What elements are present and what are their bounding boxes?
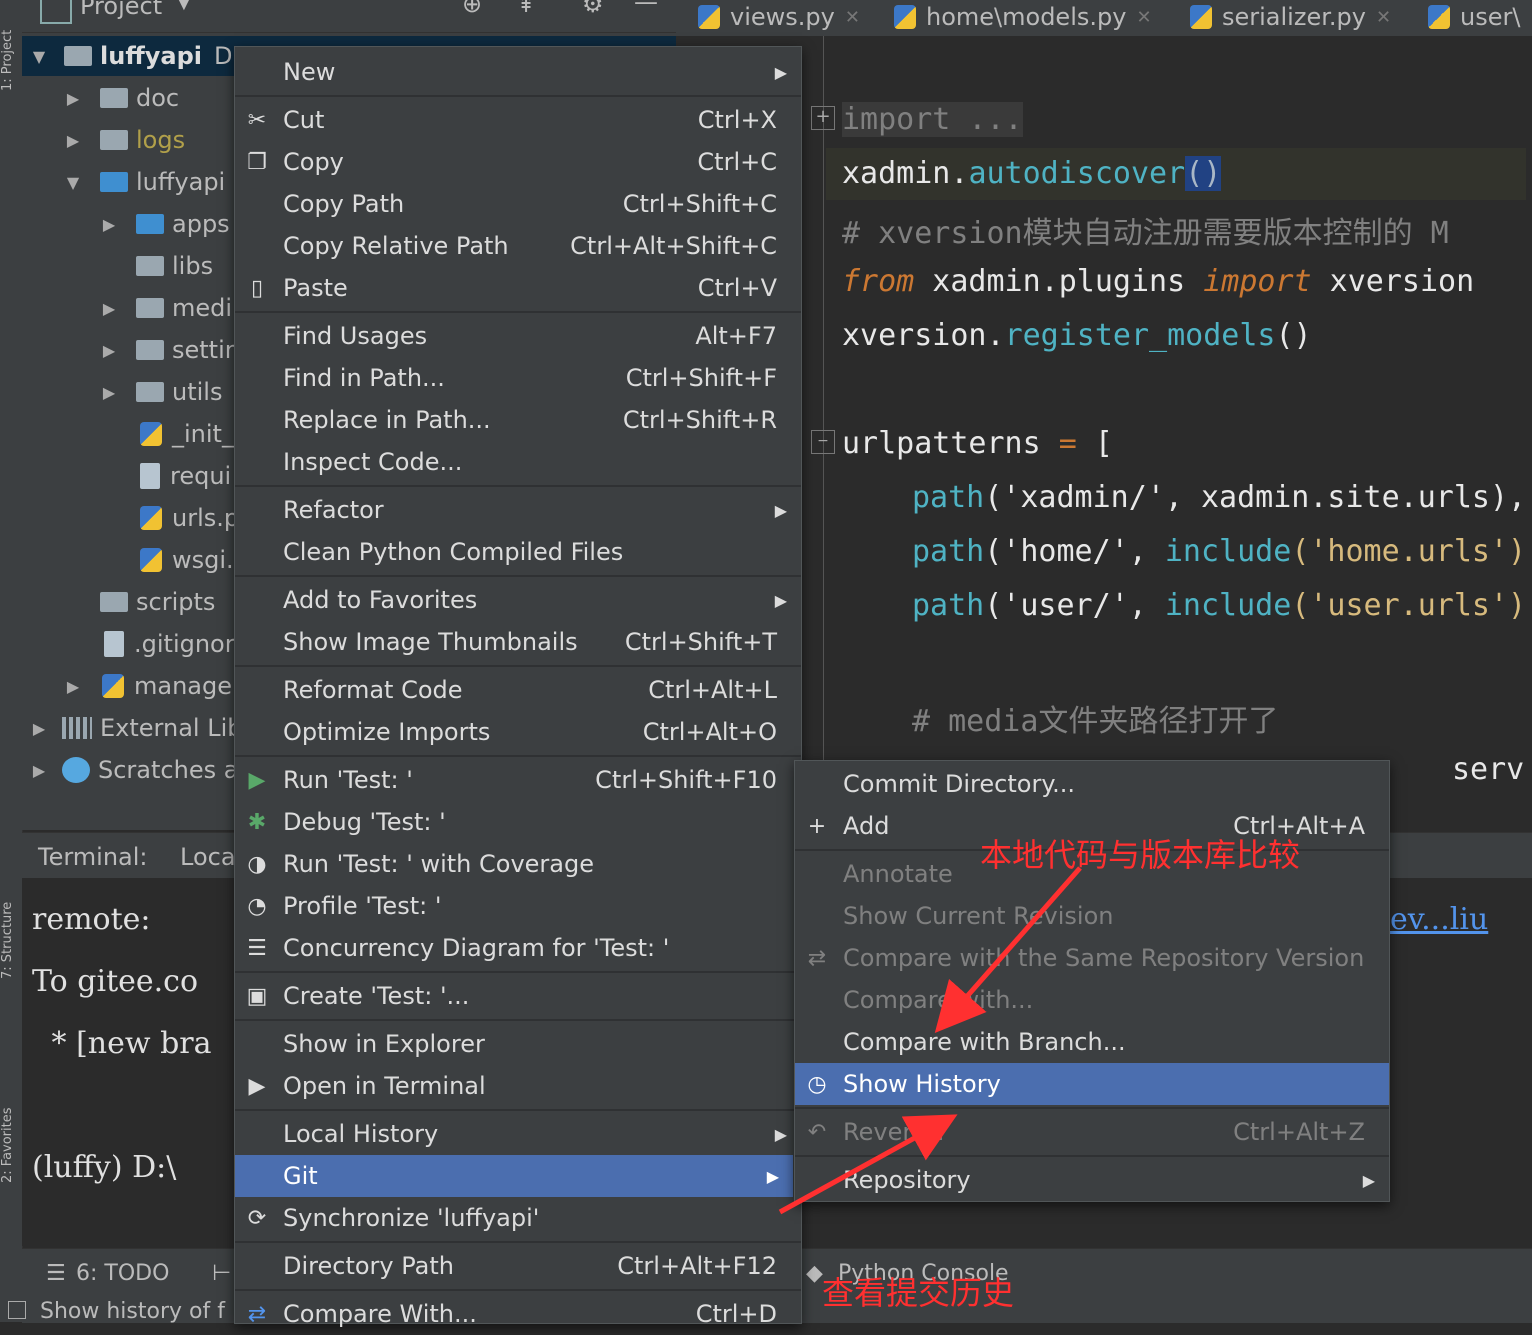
arrow-to-compare <box>934 866 1082 1034</box>
annotation-history-note: 查看提交历史 <box>822 1274 1015 1312</box>
annotation-compare-note: 本地代码与版本库比较 <box>980 836 1301 874</box>
arrow-to-history <box>778 1114 958 1215</box>
annotation-arrows <box>778 866 1082 1215</box>
